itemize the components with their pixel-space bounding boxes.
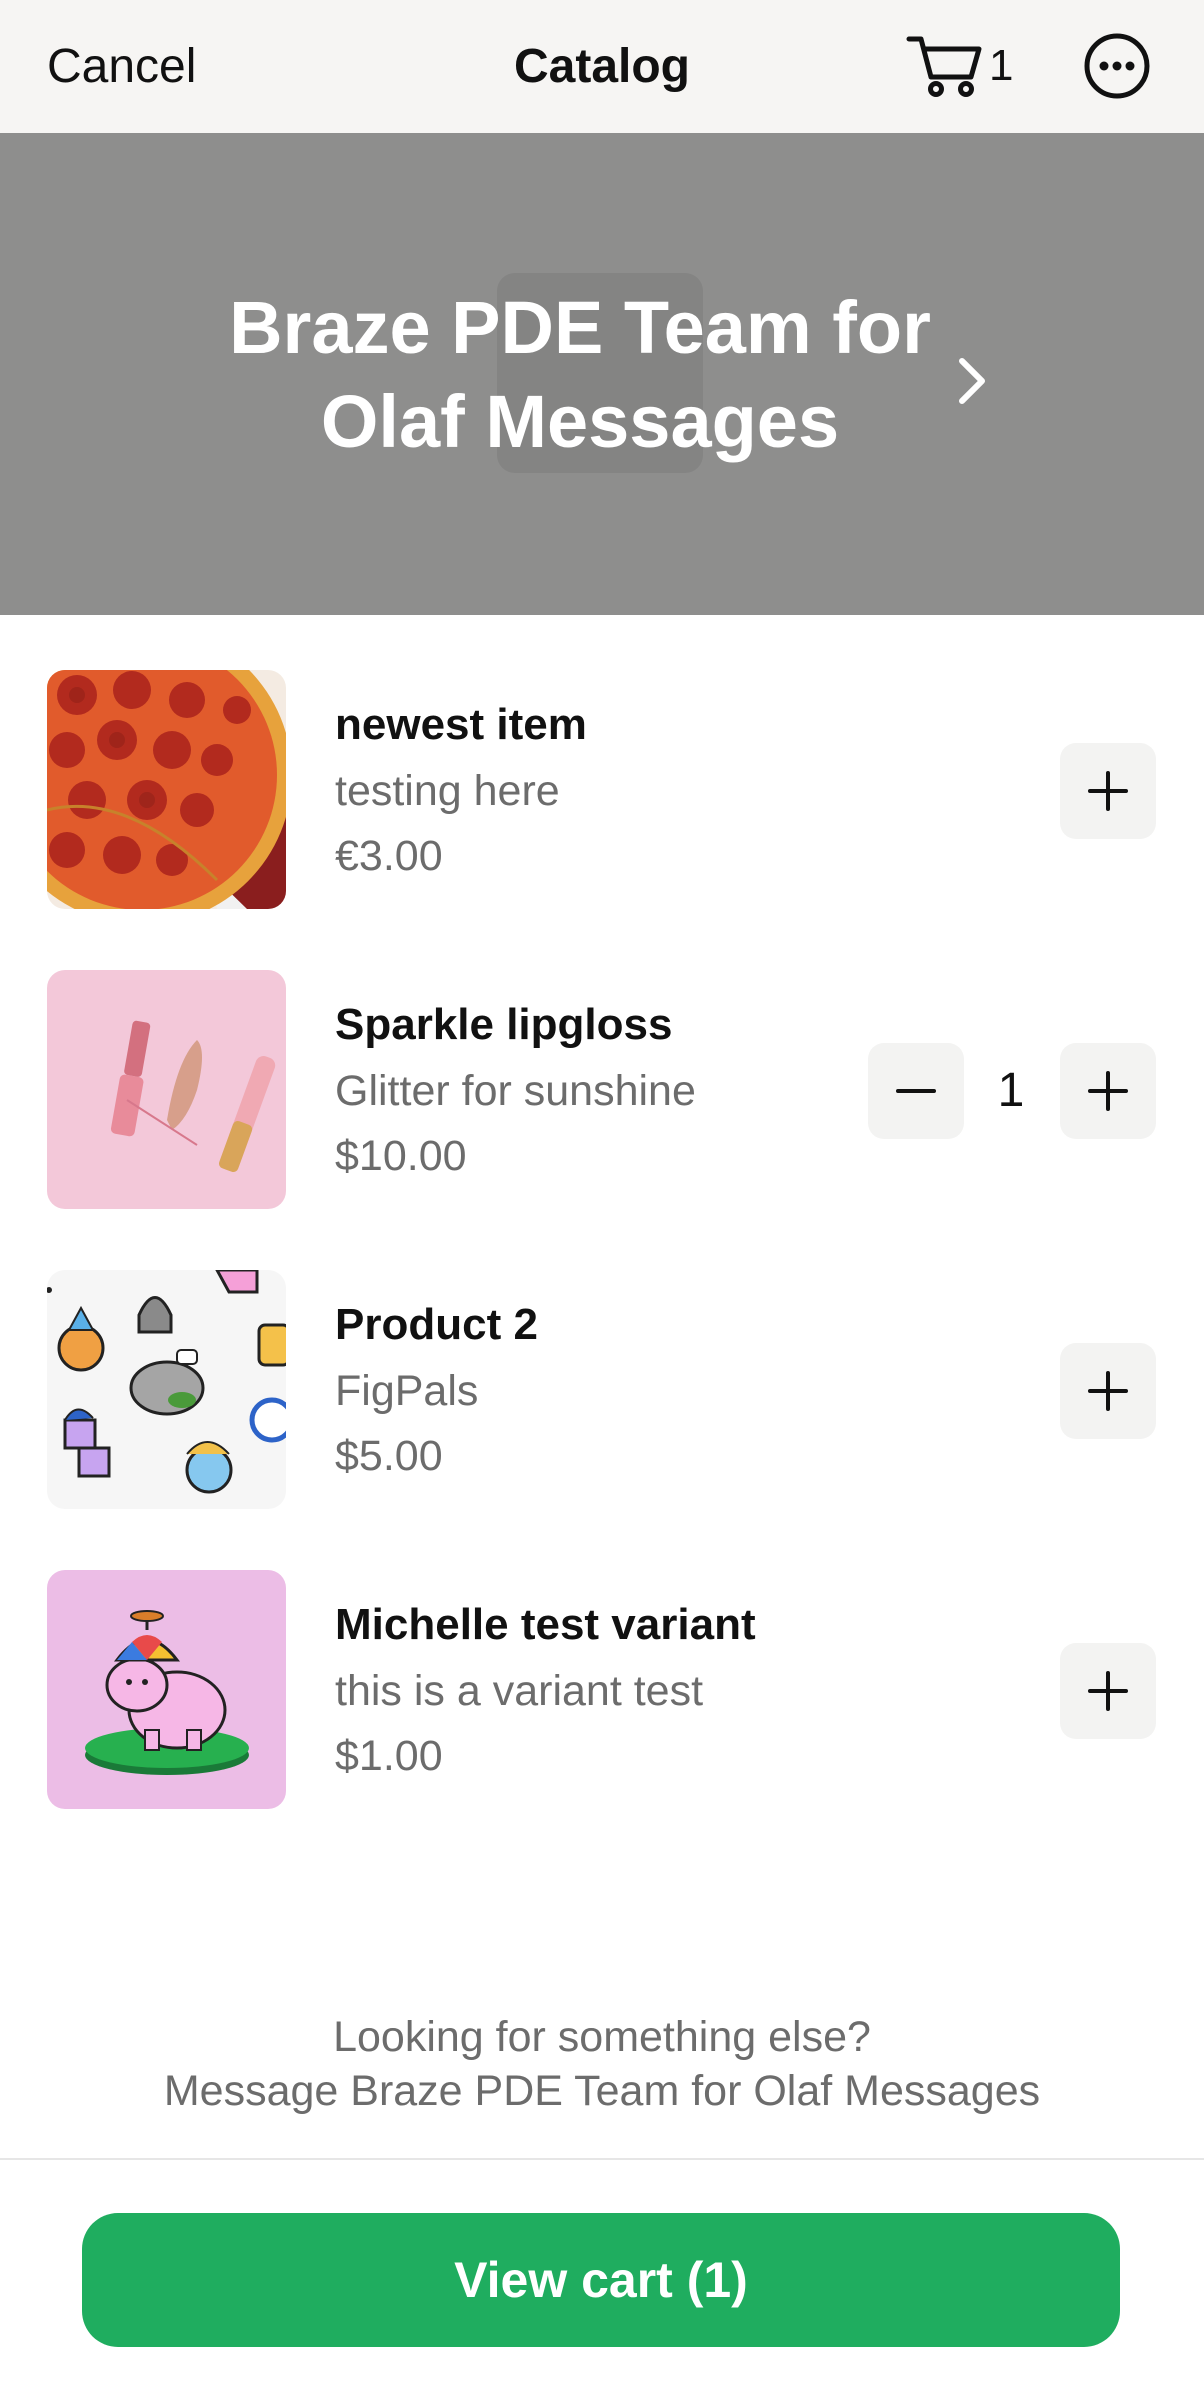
item-description: Glitter for sunshine	[335, 1067, 696, 1115]
minus-icon	[896, 1089, 936, 1093]
catalog-item[interactable]: newest item testing here €3.00	[0, 670, 1204, 910]
divider	[0, 2158, 1204, 2160]
item-description: this is a variant test	[335, 1667, 704, 1715]
cart-count-badge: 1	[989, 41, 1014, 90]
view-cart-button[interactable]: View cart (1)	[82, 2213, 1120, 2347]
item-name: newest item	[335, 700, 587, 749]
nav-bar: Cancel Catalog 1	[0, 0, 1204, 133]
item-thumbnail-figpals	[47, 1270, 286, 1509]
chevron-right-icon	[959, 358, 985, 404]
item-thumbnail-pizza	[47, 670, 286, 909]
catalog-item[interactable]: Sparkle lipgloss Glitter for sunshine $1…	[0, 970, 1204, 1210]
catalog-item[interactable]: Michelle test variant this is a variant …	[0, 1570, 1204, 1810]
plus-icon	[1088, 771, 1128, 811]
item-price: €3.00	[335, 832, 443, 880]
item-description: testing here	[335, 767, 560, 815]
item-name: Product 2	[335, 1300, 538, 1349]
more-horizontal-circle-icon	[1084, 33, 1150, 99]
catalog-screen: Cancel Catalog 1 Braze PDE Team for Olaf…	[0, 0, 1204, 2394]
footer-question: Looking for something else?	[333, 2013, 871, 2061]
plus-icon	[1088, 1071, 1128, 1111]
plus-icon	[1088, 1671, 1128, 1711]
item-thumbnail-hippo	[47, 1570, 286, 1809]
item-name: Michelle test variant	[335, 1600, 756, 1649]
add-item-button[interactable]	[1060, 1343, 1156, 1439]
plus-icon	[1088, 1371, 1128, 1411]
business-name: Braze PDE Team for Olaf Messages	[229, 286, 931, 463]
item-quantity: 1	[997, 1064, 1025, 1117]
cart-button[interactable]: 1	[905, 30, 1035, 102]
more-options-button[interactable]	[1083, 32, 1151, 100]
cart-icon	[906, 36, 982, 97]
item-name: Sparkle lipgloss	[335, 1000, 673, 1049]
catalog-item[interactable]: Product 2 FigPals $5.00	[0, 1270, 1204, 1510]
add-item-button[interactable]	[1060, 743, 1156, 839]
business-banner[interactable]: Braze PDE Team for Olaf Messages	[0, 133, 1204, 615]
item-description: FigPals	[335, 1367, 479, 1415]
item-price: $1.00	[335, 1732, 443, 1780]
item-price: $10.00	[335, 1132, 467, 1180]
increase-quantity-button[interactable]	[1060, 1043, 1156, 1139]
decrease-quantity-button[interactable]	[868, 1043, 964, 1139]
add-item-button[interactable]	[1060, 1643, 1156, 1739]
item-price: $5.00	[335, 1432, 443, 1480]
message-business-link[interactable]: Message Braze PDE Team for Olaf Messages	[0, 2064, 1204, 2118]
item-thumbnail-lipgloss	[47, 970, 286, 1209]
